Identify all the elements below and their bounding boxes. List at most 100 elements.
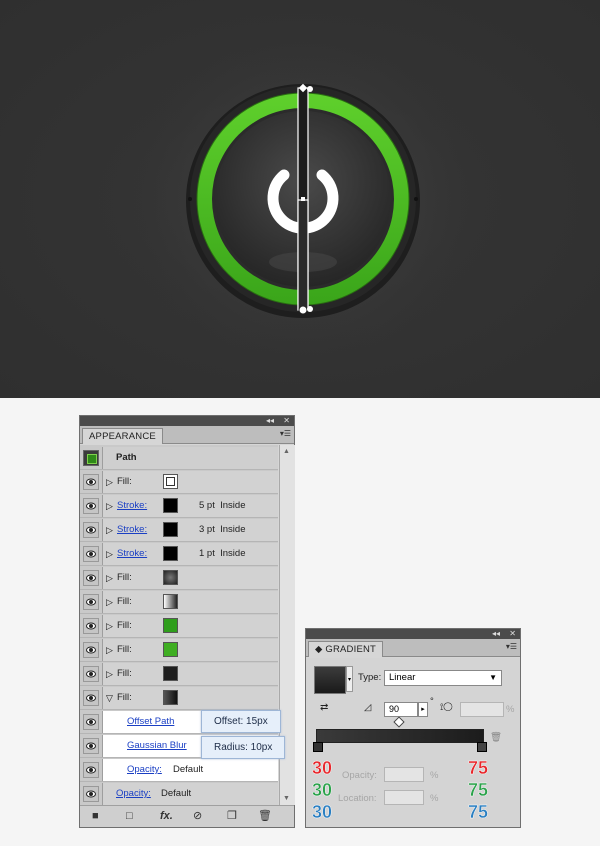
visibility-toggle[interactable] — [83, 666, 99, 682]
reverse-gradient-icon[interactable]: ⇄ — [320, 702, 328, 713]
gradient-swatch[interactable] — [314, 666, 346, 694]
disclosure-triangle-icon[interactable]: ▷ — [106, 621, 113, 631]
collapse-icon[interactable]: ◂◂ — [492, 629, 500, 639]
color-swatch[interactable] — [163, 546, 178, 561]
row-label: Fill: — [117, 572, 132, 583]
color-swatch[interactable] — [163, 642, 178, 657]
disclosure-triangle-icon[interactable]: ▷ — [106, 597, 113, 607]
new-art-icon[interactable]: ■ — [92, 810, 99, 822]
type-select[interactable]: Linear ▼ — [384, 670, 502, 686]
visibility-toggle[interactable] — [83, 546, 99, 562]
panel-title-bar[interactable]: ◂◂ ✕ — [80, 416, 294, 426]
panel-menu-icon[interactable]: ▾☰ — [506, 642, 517, 651]
color-swatch[interactable] — [163, 594, 178, 609]
disclosure-triangle-icon[interactable]: ▷ — [106, 525, 113, 535]
angle-input[interactable]: 90 — [384, 702, 418, 717]
visibility-toggle[interactable] — [83, 498, 99, 514]
disclosure-triangle-icon[interactable]: ▷ — [106, 645, 113, 655]
opacity-link[interactable]: Opacity: — [127, 764, 162, 775]
fill-row[interactable]: ▷ Fill: — [80, 591, 278, 614]
collapse-icon[interactable]: ◂◂ — [266, 416, 274, 426]
path-label: Path — [116, 452, 137, 463]
fill-row[interactable]: ▷ Fill: — [80, 639, 278, 662]
color-swatch[interactable] — [163, 498, 178, 513]
row-label: Fill: — [117, 668, 132, 679]
visibility-toggle[interactable] — [83, 690, 99, 706]
eye-icon-svg — [86, 526, 96, 534]
angle-icon: ◿ — [364, 702, 372, 713]
row-label[interactable]: Stroke: — [117, 500, 147, 511]
fx-icon[interactable]: fx. — [160, 810, 173, 822]
blur-tooltip: Radius: 10px — [201, 736, 286, 759]
expanded-triangle-icon[interactable]: ▽ — [106, 693, 113, 703]
effect-link[interactable]: Gaussian Blur — [127, 740, 187, 751]
visibility-toggle[interactable] — [83, 642, 99, 658]
tab-gradient[interactable]: ◆ GRADIENT — [308, 641, 384, 657]
color-swatch[interactable] — [163, 474, 178, 489]
visibility-toggle[interactable] — [83, 618, 99, 634]
visibility-toggle[interactable] — [83, 762, 99, 778]
stroke-row[interactable]: ▷ Stroke: 1 pt Inside — [80, 543, 278, 566]
visibility-toggle[interactable] — [83, 594, 99, 610]
scroll-up-icon[interactable]: ▲ — [283, 448, 290, 455]
color-swatch[interactable] — [163, 570, 178, 585]
disclosure-triangle-icon[interactable]: ▷ — [106, 573, 113, 583]
close-icon[interactable]: ✕ — [283, 416, 290, 426]
panel-title-bar[interactable]: ◂◂ ✕ — [306, 629, 520, 639]
aspect-ratio-input — [460, 702, 504, 717]
row-label[interactable]: Stroke: — [117, 524, 147, 535]
disclosure-triangle-icon[interactable]: ▷ — [106, 549, 113, 559]
color-swatch[interactable] — [163, 522, 178, 537]
gradient-slider[interactable] — [316, 729, 484, 743]
stroke-detail: 1 pt Inside — [199, 548, 246, 559]
visibility-toggle[interactable] — [83, 522, 99, 538]
close-icon[interactable]: ✕ — [509, 629, 516, 639]
fill-row[interactable]: ▷ Fill: — [80, 663, 278, 686]
type-label: Type: — [358, 672, 382, 683]
clear-appearance-icon[interactable]: □ — [126, 810, 133, 822]
color-swatch[interactable] — [163, 666, 178, 681]
stroke-row[interactable]: ▷ Stroke: 3 pt Inside — [80, 519, 278, 542]
fill-opacity-row[interactable]: Opacity: Default — [80, 759, 278, 782]
path-row[interactable]: Path — [80, 447, 278, 470]
visibility-toggle[interactable] — [83, 714, 99, 730]
stroke-row[interactable]: ▷ Stroke: 5 pt Inside — [80, 495, 278, 518]
left-color-stop[interactable] — [313, 742, 323, 752]
eye-icon-svg — [86, 694, 96, 702]
color-swatch[interactable] — [163, 618, 178, 633]
chevron-down-icon: ▼ — [489, 673, 497, 682]
row-label[interactable]: Stroke: — [117, 548, 147, 559]
delete-stop-icon[interactable]: 🗑 — [490, 732, 502, 743]
fill-row[interactable]: ▽ Fill: — [80, 687, 278, 710]
eye-icon-svg — [86, 622, 96, 630]
color-swatch[interactable] — [163, 690, 178, 705]
midpoint-diamond[interactable] — [393, 716, 405, 728]
appearance-panel: ◂◂ ✕ APPEARANCE ▾☰ Path ▷ Fill: ▷ Stroke: 5 … — [79, 415, 295, 828]
fill-row[interactable]: ▷ Fill: — [80, 615, 278, 638]
visibility-toggle[interactable] — [83, 786, 99, 802]
clear-icon[interactable]: ⊘ — [193, 810, 202, 822]
fill-row[interactable]: ▷ Fill: — [80, 567, 278, 590]
scroll-down-icon[interactable]: ▼ — [283, 795, 290, 802]
eye-icon-svg — [86, 742, 96, 750]
panel-menu-icon[interactable]: ▾☰ — [280, 429, 291, 438]
right-stop-blue: 75 — [468, 802, 489, 822]
visibility-toggle[interactable] — [83, 738, 99, 754]
row-label: Fill: — [117, 644, 132, 655]
disclosure-triangle-icon[interactable]: ▷ — [106, 477, 113, 487]
duplicate-icon[interactable]: ❐ — [227, 810, 237, 822]
stroke-detail: 5 pt Inside — [199, 500, 246, 511]
disclosure-triangle-icon[interactable]: ▷ — [106, 501, 113, 511]
fill-row[interactable]: ▷ Fill: — [80, 471, 278, 494]
swatch-dropdown-icon[interactable]: ▾ — [346, 666, 353, 692]
visibility-toggle[interactable] — [83, 570, 99, 586]
tab-appearance[interactable]: APPEARANCE — [82, 428, 163, 444]
right-color-stop[interactable] — [477, 742, 487, 752]
effect-link[interactable]: Offset Path — [127, 716, 174, 727]
angle-dropdown-icon[interactable]: ▸ — [418, 702, 428, 717]
opacity-link[interactable]: Opacity: — [116, 788, 151, 799]
object-opacity-row[interactable]: Opacity: Default — [80, 783, 278, 806]
visibility-toggle[interactable] — [83, 474, 99, 490]
disclosure-triangle-icon[interactable]: ▷ — [106, 669, 113, 679]
trash-icon[interactable]: 🗑 — [258, 810, 272, 822]
